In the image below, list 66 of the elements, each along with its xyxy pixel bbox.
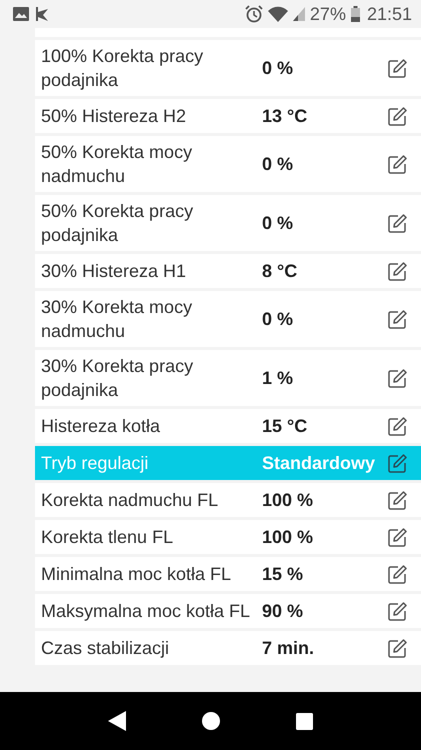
edit-icon[interactable] xyxy=(388,490,407,510)
edit-icon[interactable] xyxy=(388,106,407,126)
setting-row[interactable]: 30% Korekta pracy podajnika 1 % xyxy=(35,350,421,406)
setting-value: 0 % xyxy=(261,153,294,176)
setting-label: 30% Korekta mocy nadmuchu xyxy=(41,296,194,343)
setting-label: Korekta tlenu FL xyxy=(41,526,174,549)
setting-label: Maksymalna moc kotła FL xyxy=(41,600,252,623)
setting-value: 7 min. xyxy=(261,637,316,660)
setting-value: 15 % xyxy=(261,563,304,586)
setting-value: 1 % xyxy=(261,367,294,390)
setting-label: Minimalna moc kotła FL xyxy=(41,563,232,586)
edit-icon[interactable] xyxy=(388,310,407,328)
edit-icon[interactable] xyxy=(388,564,407,584)
setting-label: 50% Korekta pracy podajnika xyxy=(41,200,194,247)
setting-value: Standardowy xyxy=(261,452,376,475)
setting-label: Korekta nadmuchu FL xyxy=(41,489,220,512)
setting-label: Histereza kotła xyxy=(41,415,162,438)
edit-icon[interactable] xyxy=(388,528,407,546)
setting-value: 90 % xyxy=(261,600,304,623)
image-icon xyxy=(13,7,29,21)
edit-icon[interactable] xyxy=(388,638,407,658)
edit-icon[interactable] xyxy=(388,154,407,174)
edit-icon[interactable] xyxy=(388,416,407,436)
edit-icon[interactable] xyxy=(388,454,407,472)
signal-icon xyxy=(292,7,305,21)
battery-percentage: 27% xyxy=(310,4,346,24)
setting-value: 15 °C xyxy=(261,415,308,438)
setting-value: 13 °C xyxy=(261,105,308,128)
setting-value: 0 % xyxy=(261,212,294,235)
setting-row[interactable]: 30% Korekta mocy nadmuchu 0 % xyxy=(35,291,421,347)
setting-label: 50% Korekta mocy nadmuchu xyxy=(41,141,194,188)
setting-row[interactable]: 100% Korekta pracy podajnika 0 % xyxy=(35,40,421,96)
setting-value: 100 % xyxy=(261,489,314,512)
setting-value: 0 % xyxy=(261,57,294,80)
setting-row[interactable]: 50% Korekta mocy nadmuchu 0 % xyxy=(35,136,421,192)
back-icon[interactable] xyxy=(108,711,126,731)
setting-row[interactable]: 50% Korekta pracy podajnika 0 % xyxy=(35,195,421,251)
battery-icon xyxy=(350,6,360,22)
setting-row[interactable]: 30% Histereza H1 8 °C xyxy=(35,254,421,288)
alarm-clock-icon xyxy=(244,5,263,23)
setting-value: 0 % xyxy=(261,308,294,331)
setting-row[interactable]: Korekta tlenu FL 100 % xyxy=(35,520,421,554)
setting-label: 100% Korekta pracy podajnika xyxy=(41,45,204,92)
setting-row[interactable]: 50% Histereza H2 13 °C xyxy=(35,99,421,133)
edit-icon[interactable] xyxy=(388,58,407,78)
setting-label: 50% Histereza H2 xyxy=(41,105,188,128)
edit-icon[interactable] xyxy=(388,214,407,232)
wifi-icon xyxy=(268,6,288,22)
setting-value: 8 °C xyxy=(261,260,298,283)
home-icon[interactable] xyxy=(202,712,220,730)
setting-label: Czas stabilizacji xyxy=(41,637,170,660)
clock-time: 21:51 xyxy=(366,4,412,24)
edit-icon[interactable] xyxy=(388,262,407,280)
flag-icon xyxy=(34,6,50,22)
setting-label: 30% Histereza H1 xyxy=(41,260,188,283)
setting-row[interactable]: Maksymalna moc kotła FL 90 % xyxy=(35,594,421,628)
setting-label: 30% Korekta pracy podajnika xyxy=(41,355,194,402)
setting-row[interactable]: Czas stabilizacji 7 min. xyxy=(35,631,421,665)
setting-label: Tryb regulacji xyxy=(41,452,150,475)
setting-value: 100 % xyxy=(261,526,314,549)
setting-row[interactable]: Minimalna moc kotła FL 15 % xyxy=(35,557,421,591)
setting-row[interactable]: Histereza kotła 15 °C xyxy=(35,409,421,443)
edit-icon[interactable] xyxy=(388,602,407,620)
recent-apps-icon[interactable] xyxy=(296,712,313,730)
edit-icon[interactable] xyxy=(388,368,407,388)
setting-row[interactable]: Korekta nadmuchu FL 100 % xyxy=(35,483,421,517)
